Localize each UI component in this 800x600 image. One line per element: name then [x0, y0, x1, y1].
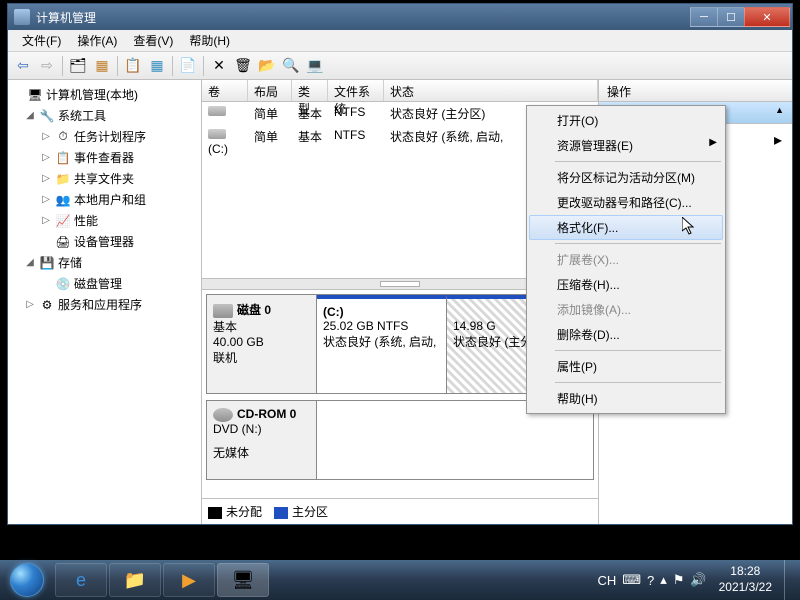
flag-icon[interactable]: ⚑: [673, 572, 685, 588]
col-layout[interactable]: 布局: [248, 80, 292, 101]
navigation-tree[interactable]: 🖥计算机管理(本地) ◢🔧系统工具 ▷⏱任务计划程序 ▷📋事件查看器 ▷📁共享文…: [8, 80, 202, 524]
start-button[interactable]: [0, 560, 54, 600]
tree-device-manager[interactable]: 🖨设备管理器: [8, 231, 201, 252]
cdrom-info[interactable]: CD-ROM 0 DVD (N:) 无媒体: [207, 401, 317, 479]
ime-indicator[interactable]: CH: [597, 573, 616, 588]
ctx-explorer[interactable]: 资源管理器(E)▶: [529, 133, 723, 158]
help-tray-icon[interactable]: ?: [647, 573, 654, 588]
cdrom-icon: [213, 408, 233, 422]
legend-unallocated-swatch: [208, 507, 222, 519]
tree-event-viewer[interactable]: ▷📋事件查看器: [8, 147, 201, 168]
volume-list-header: 卷 布局 类型 文件系统 状态: [202, 80, 598, 102]
menu-view[interactable]: 查看(V): [125, 32, 181, 49]
show-desktop-button[interactable]: [784, 560, 796, 600]
titlebar[interactable]: 计算机管理 ─ ☐ ✕: [8, 4, 792, 30]
col-fs[interactable]: 文件系统: [328, 80, 384, 101]
ctx-mark-active[interactable]: 将分区标记为活动分区(M): [529, 165, 723, 190]
chevron-up-icon[interactable]: ▴: [660, 572, 667, 588]
ctx-extend[interactable]: 扩展卷(X)...: [529, 247, 723, 272]
tree-disk-management[interactable]: 💿磁盘管理: [8, 273, 201, 294]
context-menu: 打开(O) 资源管理器(E)▶ 将分区标记为活动分区(M) 更改驱动器号和路径(…: [526, 105, 726, 414]
folder-icon[interactable]: 📂: [256, 55, 278, 77]
ctx-shrink[interactable]: 压缩卷(H)...: [529, 272, 723, 297]
tree-local-users[interactable]: ▷👥本地用户和组: [8, 189, 201, 210]
tree-storage[interactable]: ◢💾存储: [8, 252, 201, 273]
volume-icon: [208, 106, 226, 116]
search-icon[interactable]: 🔍: [280, 55, 302, 77]
separator: [555, 243, 721, 244]
collapse-icon: ▲: [775, 105, 784, 120]
tree-services-apps[interactable]: ▷⚙服务和应用程序: [8, 294, 201, 315]
app-icon: [14, 9, 30, 25]
volume-icon[interactable]: 🔊: [690, 572, 706, 588]
ctx-open[interactable]: 打开(O): [529, 108, 723, 133]
legend-primary-swatch: [274, 507, 288, 519]
actions-header[interactable]: 操作: [599, 80, 792, 102]
refresh-button[interactable]: ▦: [146, 55, 168, 77]
menu-action[interactable]: 操作(A): [69, 32, 125, 49]
tree-root[interactable]: 🖥计算机管理(本地): [8, 84, 201, 105]
tree-shared-folders[interactable]: ▷📁共享文件夹: [8, 168, 201, 189]
taskbar: e 📁 ▶ 🖥 CH ⌨ ? ▴ ⚑ 🔊 18:28 2021/3/22: [0, 560, 800, 600]
back-button[interactable]: ⇦: [12, 55, 34, 77]
taskbar-compmgmt[interactable]: 🖥: [217, 563, 269, 597]
taskbar-ie[interactable]: e: [55, 563, 107, 597]
maximize-button[interactable]: ☐: [717, 7, 745, 27]
menu-help[interactable]: 帮助(H): [181, 32, 238, 49]
properties-button[interactable]: 📋: [122, 55, 144, 77]
windows-orb-icon: [10, 563, 44, 597]
volume-icon: [208, 129, 226, 139]
extra-icon[interactable]: 💻: [304, 55, 326, 77]
separator: [555, 382, 721, 383]
ctx-delete[interactable]: 删除卷(D)...: [529, 322, 723, 347]
ctx-change-letter[interactable]: 更改驱动器号和路径(C)...: [529, 190, 723, 215]
show-hide-button[interactable]: ▦: [91, 55, 113, 77]
ctx-help[interactable]: 帮助(H): [529, 386, 723, 411]
menu-file[interactable]: 文件(F): [14, 32, 69, 49]
col-volume[interactable]: 卷: [202, 80, 248, 101]
tree-performance[interactable]: ▷📈性能: [8, 210, 201, 231]
menubar: 文件(F) 操作(A) 查看(V) 帮助(H): [8, 30, 792, 52]
ctx-properties[interactable]: 属性(P): [529, 354, 723, 379]
system-tray: CH ⌨ ? ▴ ⚑ 🔊 18:28 2021/3/22: [597, 560, 800, 600]
minimize-button[interactable]: ─: [690, 7, 718, 27]
tree-system-tools[interactable]: ◢🔧系统工具: [8, 105, 201, 126]
partition-c[interactable]: (C:) 25.02 GB NTFS 状态良好 (系统, 启动,: [317, 295, 447, 393]
tree-task-scheduler[interactable]: ▷⏱任务计划程序: [8, 126, 201, 147]
clock[interactable]: 18:28 2021/3/22: [713, 564, 778, 595]
window-title: 计算机管理: [36, 9, 691, 26]
separator: [555, 161, 721, 162]
col-type[interactable]: 类型: [292, 80, 328, 101]
separator: [555, 350, 721, 351]
help-button[interactable]: 📄: [177, 55, 199, 77]
settings-icon[interactable]: 🗑: [232, 55, 254, 77]
close-button[interactable]: ✕: [744, 7, 790, 27]
delete-icon[interactable]: ✕: [208, 55, 230, 77]
up-button[interactable]: 🗂: [67, 55, 89, 77]
taskbar-media[interactable]: ▶: [163, 563, 215, 597]
ctx-mirror[interactable]: 添加镜像(A)...: [529, 297, 723, 322]
legend: 未分配 主分区: [202, 498, 598, 524]
forward-button[interactable]: ⇨: [36, 55, 58, 77]
disk-icon: [213, 304, 233, 318]
disk-0-info[interactable]: 磁盘 0 基本 40.00 GB 联机: [207, 295, 317, 393]
chevron-right-icon: ▶: [709, 137, 717, 148]
col-status[interactable]: 状态: [384, 80, 598, 101]
keyboard-icon[interactable]: ⌨: [622, 572, 641, 588]
taskbar-explorer[interactable]: 📁: [109, 563, 161, 597]
toolbar: ⇦ ⇨ 🗂 ▦ 📋 ▦ 📄 ✕ 🗑 📂 🔍 💻: [8, 52, 792, 80]
ctx-format[interactable]: 格式化(F)...: [529, 215, 723, 240]
